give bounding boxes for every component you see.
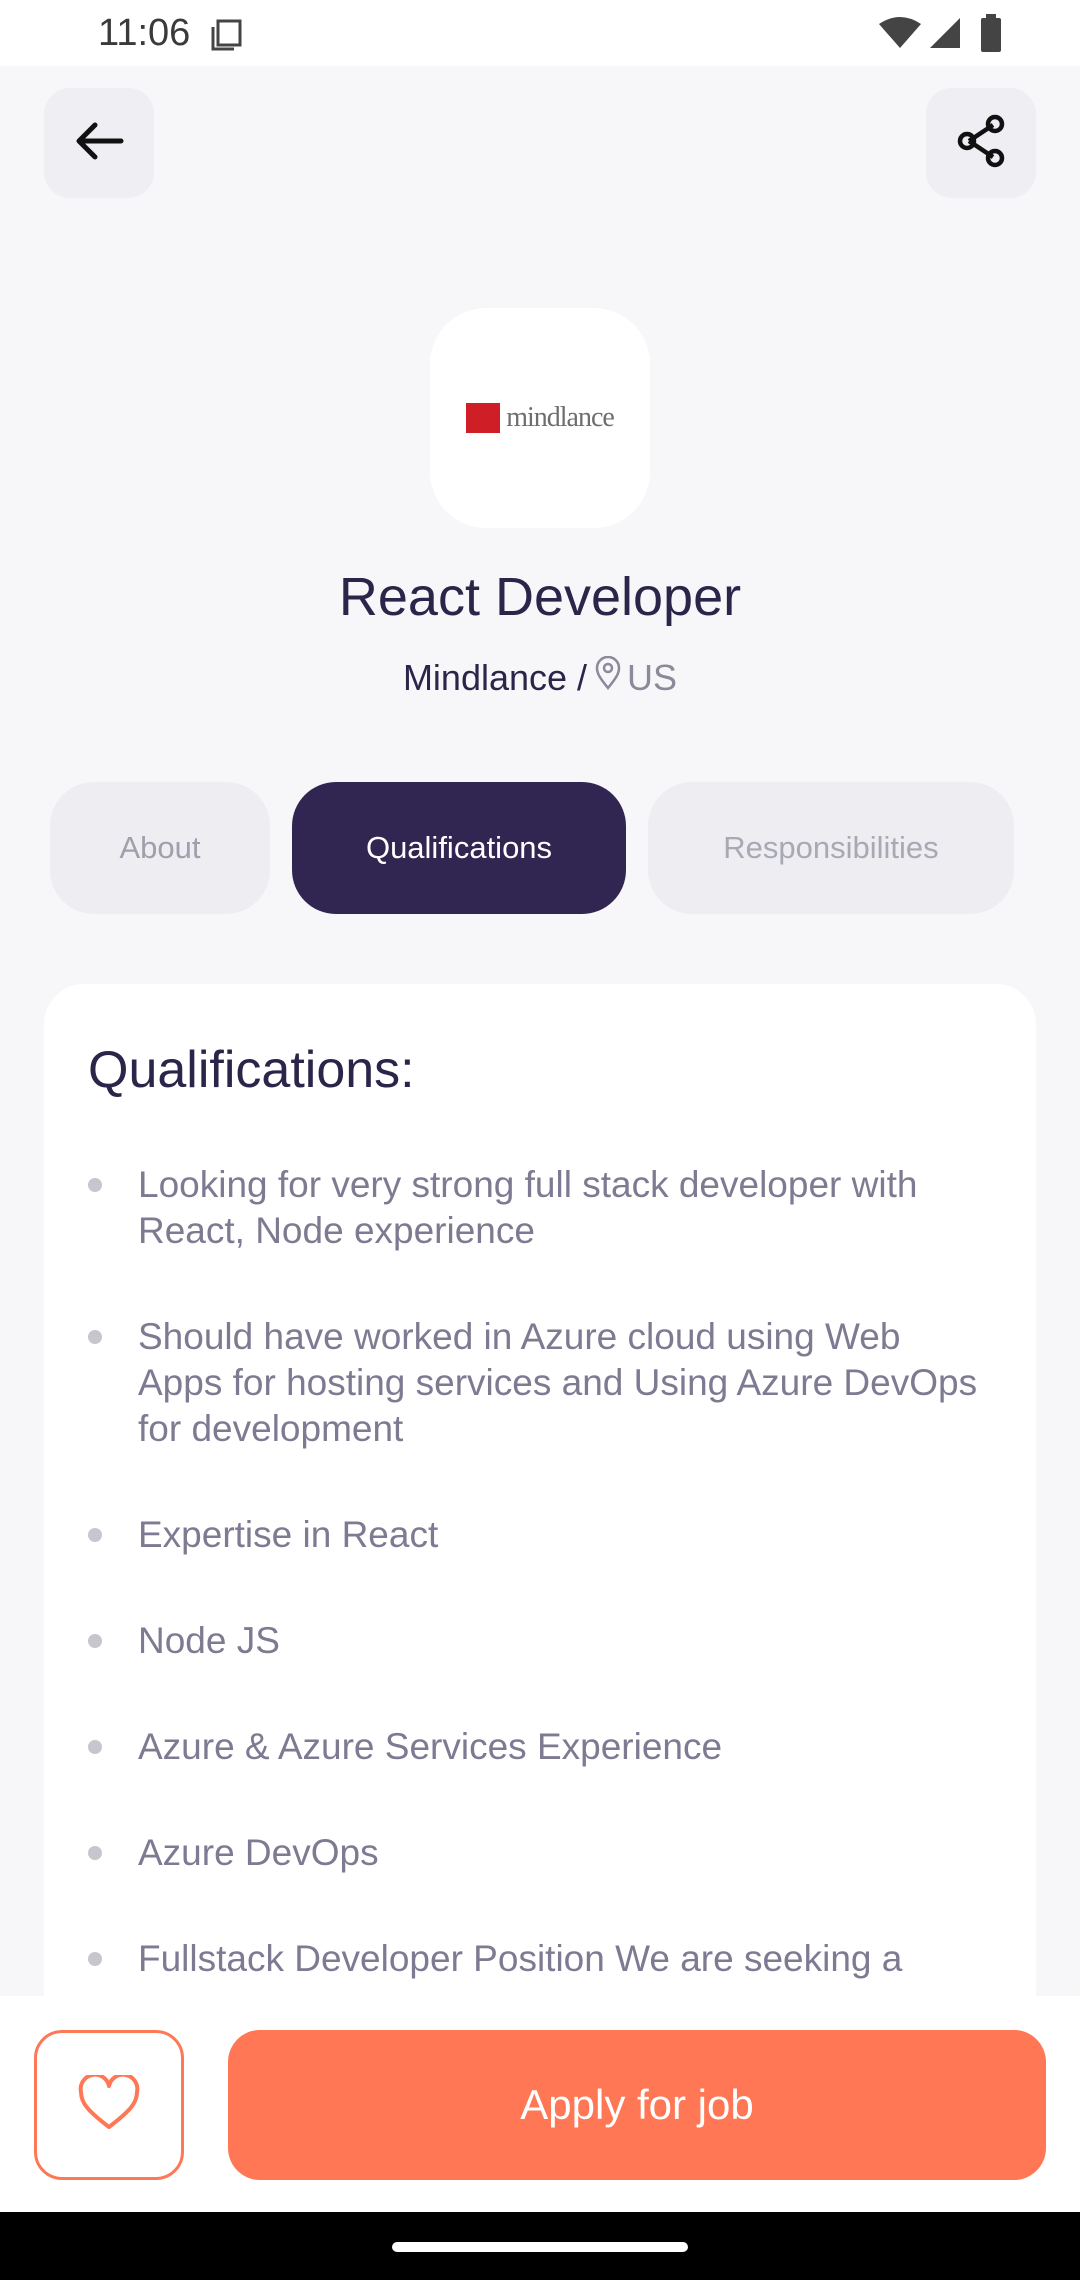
company-logo-text: mindlance — [506, 402, 615, 433]
company-logo: mindlance — [430, 308, 650, 528]
list-item-text: Azure & Azure Services Experience — [138, 1726, 723, 1767]
list-item-text: Fullstack Developer Position We are seek… — [138, 1938, 903, 1979]
list-item: Node JS — [88, 1618, 988, 1664]
list-item: Should have worked in Azure cloud using … — [88, 1314, 988, 1452]
qualifications-list: Looking for very strong full stack devel… — [88, 1162, 988, 2042]
job-location: US — [595, 655, 678, 699]
list-item: Looking for very strong full stack devel… — [88, 1162, 988, 1254]
list-item-text: Should have worked in Azure cloud using … — [138, 1316, 978, 1449]
company-name: Mindlance / — [402, 656, 588, 698]
arrow-left-icon — [73, 121, 125, 166]
qualifications-card: Qualifications: Looking for very strong … — [44, 984, 1036, 2044]
job-title: React Developer — [338, 567, 742, 627]
list-item: Azure DevOps — [88, 1830, 988, 1876]
screenshot-icon — [210, 18, 244, 57]
company-logo-mark — [466, 403, 501, 433]
bullet-icon — [88, 1634, 102, 1648]
list-item: Expertise in React — [88, 1512, 988, 1558]
job-subtitle: Mindlance / US — [0, 655, 1080, 699]
status-bar: 11:06 — [0, 0, 1080, 66]
tab-responsibilities[interactable]: Responsibilities — [648, 782, 1014, 914]
favorite-button[interactable] — [34, 2030, 184, 2180]
bullet-icon — [88, 1330, 102, 1344]
wifi-icon — [878, 16, 922, 55]
share-icon — [953, 113, 1009, 174]
signal-icon — [928, 16, 962, 55]
bullet-icon — [88, 1178, 102, 1192]
location-pin-icon — [595, 655, 621, 699]
list-item: Azure & Azure Services Experience — [88, 1724, 988, 1770]
bottom-action-bar: Apply for job — [0, 1996, 1080, 2212]
list-item: Fullstack Developer Position We are seek… — [88, 1936, 988, 1982]
status-time: 11:06 — [98, 12, 191, 54]
list-item-text: Azure DevOps — [138, 1832, 379, 1873]
bullet-icon — [88, 1528, 102, 1542]
back-button[interactable] — [44, 88, 154, 198]
share-button[interactable] — [926, 88, 1036, 198]
battery-icon — [980, 14, 1002, 57]
tab-about[interactable]: About — [50, 782, 270, 914]
bullet-icon — [88, 1846, 102, 1860]
qualifications-title: Qualifications: — [88, 1041, 415, 1099]
home-gesture-handle[interactable] — [392, 2242, 688, 2252]
list-item-text: Node JS — [138, 1620, 280, 1661]
system-navigation-bar — [0, 2212, 1080, 2280]
list-item-text: Expertise in React — [138, 1514, 439, 1555]
apply-button[interactable]: Apply for job — [228, 2030, 1046, 2180]
list-item-text: Looking for very strong full stack devel… — [138, 1164, 918, 1251]
location-text: US — [627, 656, 678, 698]
bullet-icon — [88, 1952, 102, 1966]
heart-outline-icon — [78, 2072, 140, 2136]
bullet-icon — [88, 1740, 102, 1754]
tab-qualifications[interactable]: Qualifications — [292, 782, 626, 914]
